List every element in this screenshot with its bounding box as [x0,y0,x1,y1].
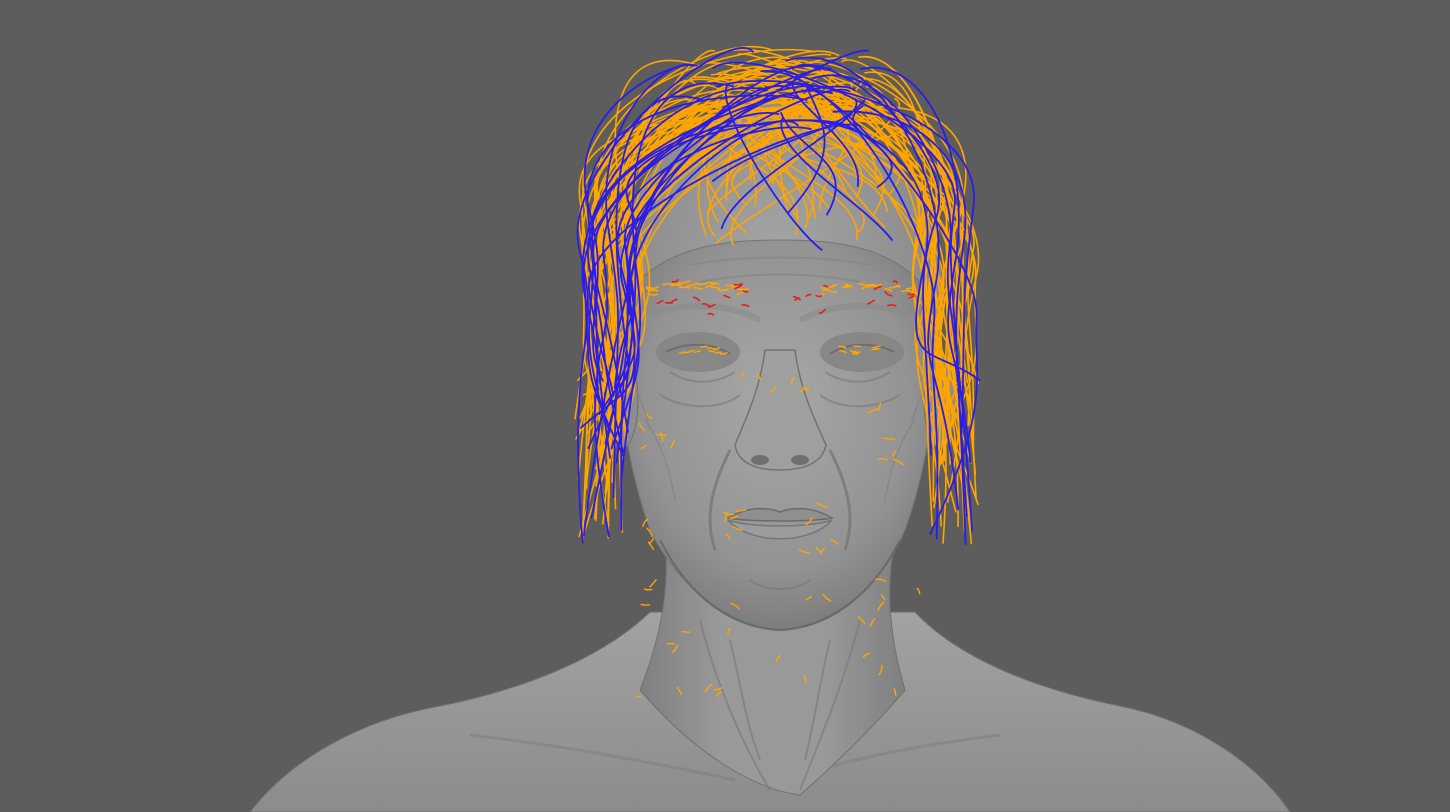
vellus-hair-curve[interactable] [643,588,653,591]
eyebrow-curve[interactable] [648,293,658,296]
eyelash-curve[interactable] [852,353,859,356]
left-nostril [751,455,769,465]
viewport-canvas[interactable] [0,0,1450,812]
eyelash-curve[interactable] [873,347,880,350]
right-nostril [791,455,809,465]
eyebrow-curve[interactable] [679,286,691,289]
vellus-hair-curve[interactable] [681,630,691,633]
vellus-hair-curve[interactable] [642,518,649,528]
vellus-hair-curve[interactable] [666,642,675,645]
eyebrow-curve-highlighted[interactable] [742,290,749,293]
eyebrow-curve-highlighted[interactable] [815,294,823,298]
3d-viewport[interactable] [0,0,1450,812]
eyebrow-curve-highlighted[interactable] [887,304,897,307]
vellus-hair-curve[interactable] [640,603,651,606]
vellus-hair-curve[interactable] [648,537,654,544]
eyebrow-curve-highlighted[interactable] [907,293,915,296]
vellus-hair-curve[interactable] [916,587,921,595]
sculpt-mesh[interactable] [249,100,1291,812]
vellus-hair-curve[interactable] [649,579,657,588]
